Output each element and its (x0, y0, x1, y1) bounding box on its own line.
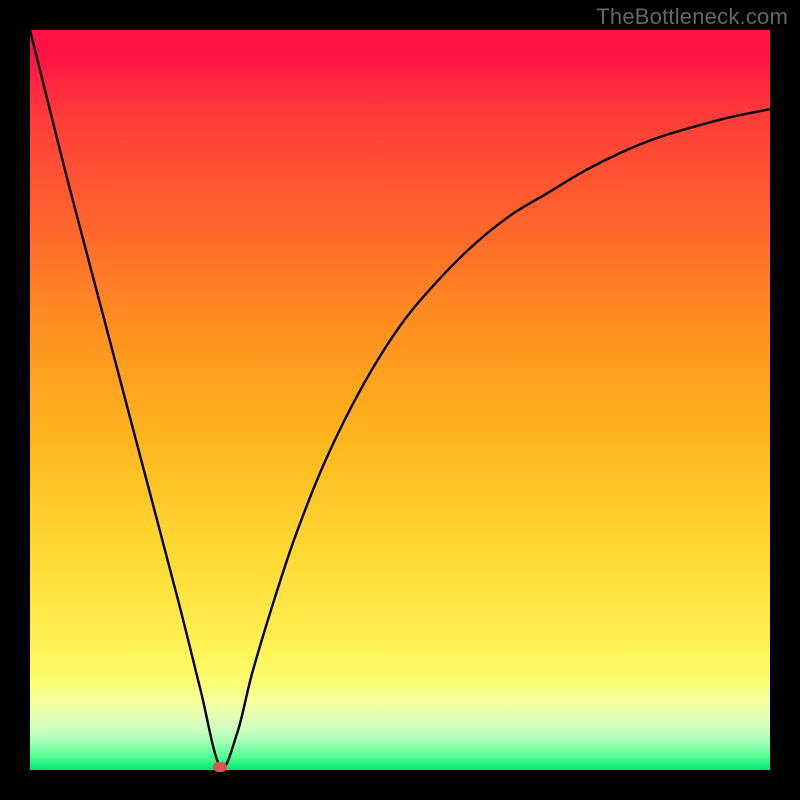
watermark-text: TheBottleneck.com (596, 4, 788, 30)
bottleneck-curve (30, 30, 770, 770)
minimum-marker-icon (213, 762, 227, 772)
plot-area (30, 30, 770, 770)
chart-frame: TheBottleneck.com (0, 0, 800, 800)
